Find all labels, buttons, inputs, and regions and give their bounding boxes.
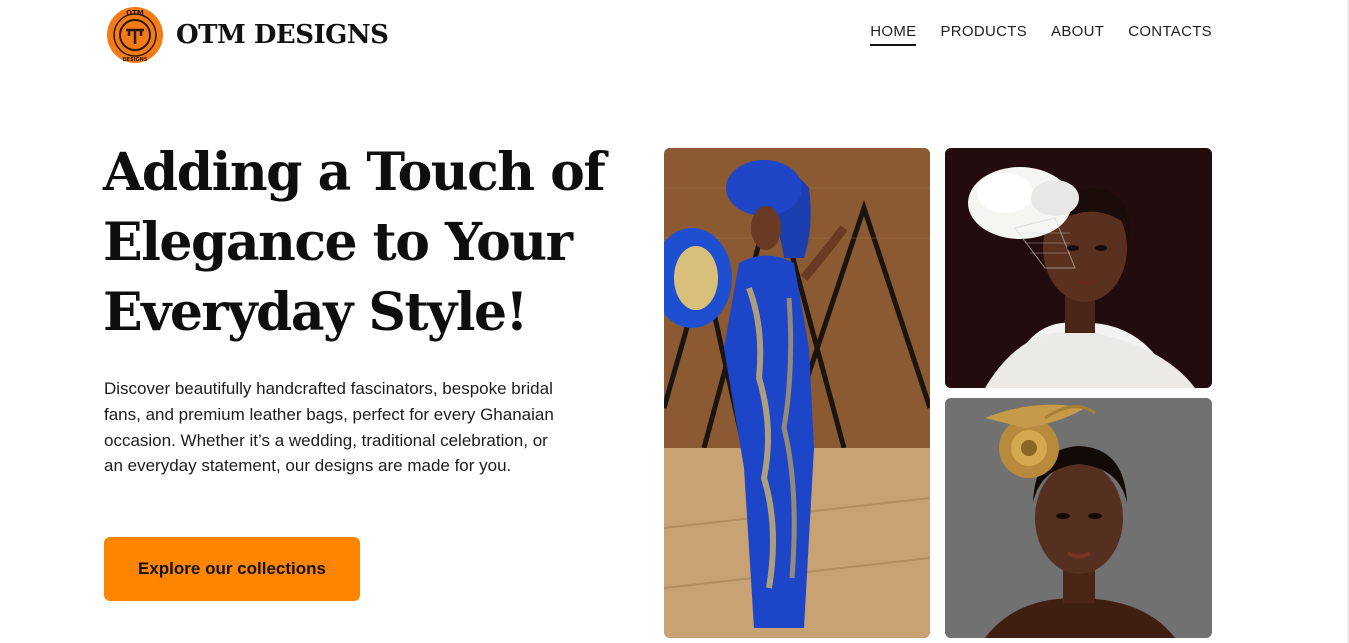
gallery-photo-gold-fascinator[interactable]	[945, 398, 1212, 638]
hero-title: Adding a Touch of Elegance to Your Every…	[103, 138, 623, 348]
white-fascinator-woman-image	[945, 148, 1212, 388]
logo-badge-icon: OTM DESIGNS	[107, 7, 163, 63]
brand-name: OTM DESIGNS	[176, 20, 389, 50]
nav-home[interactable]: HOME	[870, 23, 917, 46]
gold-fascinator-woman-image	[945, 398, 1212, 638]
logo[interactable]: OTM DESIGNS OTM DESIGNS	[106, 6, 389, 64]
blue-gele-woman-image	[664, 148, 930, 638]
nav-products[interactable]: PRODUCTS	[940, 23, 1027, 46]
main-nav: HOME PRODUCTS ABOUT CONTACTS	[870, 23, 1212, 46]
hero-description: Discover beautifully handcrafted fascina…	[104, 379, 554, 476]
explore-collections-button[interactable]: Explore our collections	[104, 537, 360, 601]
nav-contacts[interactable]: CONTACTS	[1128, 23, 1212, 46]
logo-badge-top-text: OTM	[126, 9, 144, 17]
logo-badge-bottom-text: DESIGNS	[123, 57, 148, 63]
hero-title-line: Elegance to Your	[103, 212, 573, 273]
hero-title-line: Adding a Touch of	[103, 142, 606, 203]
site-header: OTM DESIGNS OTM DESIGNS HOME PRODUCTS AB…	[0, 0, 1349, 70]
gallery-photo-blue-gele[interactable]	[664, 148, 930, 638]
gallery-photo-white-fascinator[interactable]	[945, 148, 1212, 388]
hero-title-line: Everyday Style!	[103, 282, 528, 343]
nav-about[interactable]: ABOUT	[1051, 23, 1104, 46]
